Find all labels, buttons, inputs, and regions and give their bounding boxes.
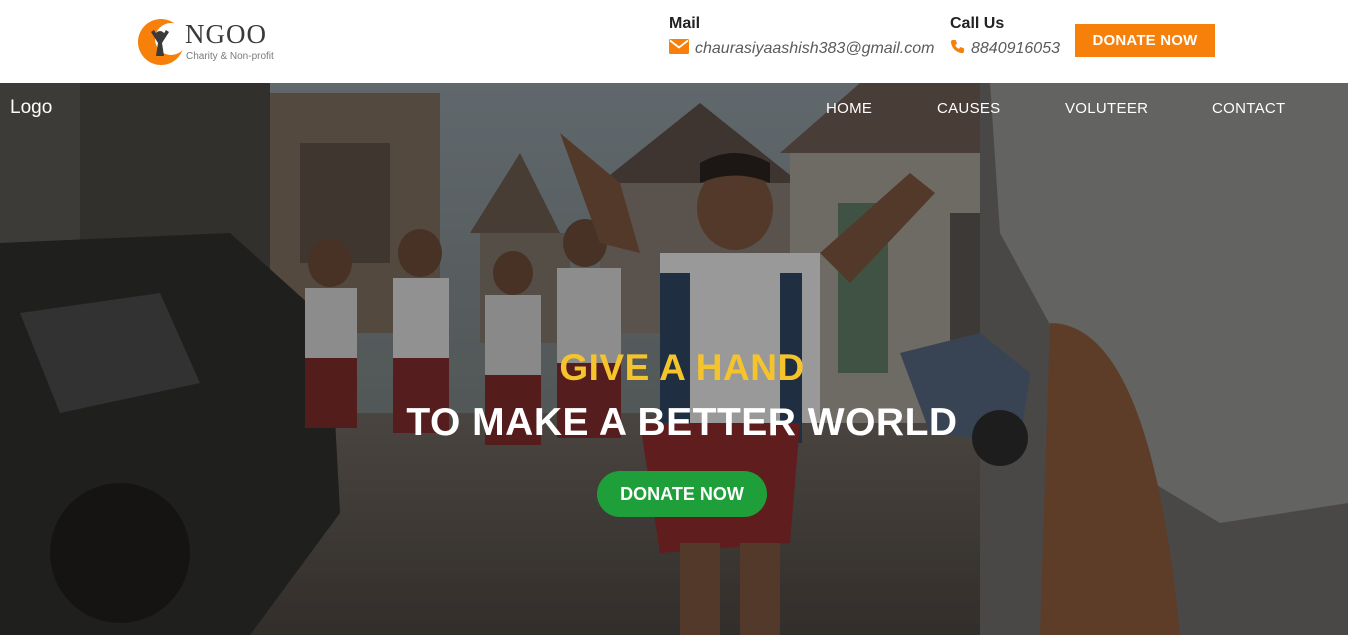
brand-tagline: Charity & Non-profit (186, 51, 274, 62)
phone-icon (950, 39, 965, 59)
hero-banner: Logo HOME CAUSES VOLUTEER CONTACT GIVE A… (0, 83, 1348, 635)
mail-label: Mail (669, 15, 701, 32)
header-donate-button[interactable]: DONATE NOW (1075, 24, 1215, 57)
nav-causes[interactable]: CAUSES (937, 100, 1001, 117)
mail-address[interactable]: chaurasiyaashish383@gmail.com (695, 40, 934, 58)
nav-volunteer[interactable]: VOLUTEER (1065, 100, 1148, 117)
top-header: NGOO Charity & Non-profit Mail chaurasiy… (0, 0, 1348, 83)
mail-contact: Mail chaurasiyaashish383@gmail.com (669, 15, 934, 59)
brand-logo[interactable]: NGOO Charity & Non-profit (137, 14, 297, 68)
envelope-icon (669, 39, 689, 59)
hero-headline-secondary: TO MAKE A BETTER WORLD (406, 401, 958, 444)
nav-logo[interactable]: Logo (10, 97, 52, 119)
hero-donate-button[interactable]: DONATE NOW (597, 471, 767, 517)
call-contact: Call Us 8840916053 (950, 15, 1060, 59)
call-label: Call Us (950, 15, 1005, 32)
nav-home[interactable]: HOME (826, 100, 872, 117)
phone-number[interactable]: 8840916053 (971, 40, 1060, 58)
nav-contact[interactable]: CONTACT (1212, 100, 1285, 117)
brand-name: NGOO (185, 19, 267, 49)
hero-headline-primary: GIVE A HAND (559, 347, 805, 388)
logo-icon (138, 19, 187, 65)
